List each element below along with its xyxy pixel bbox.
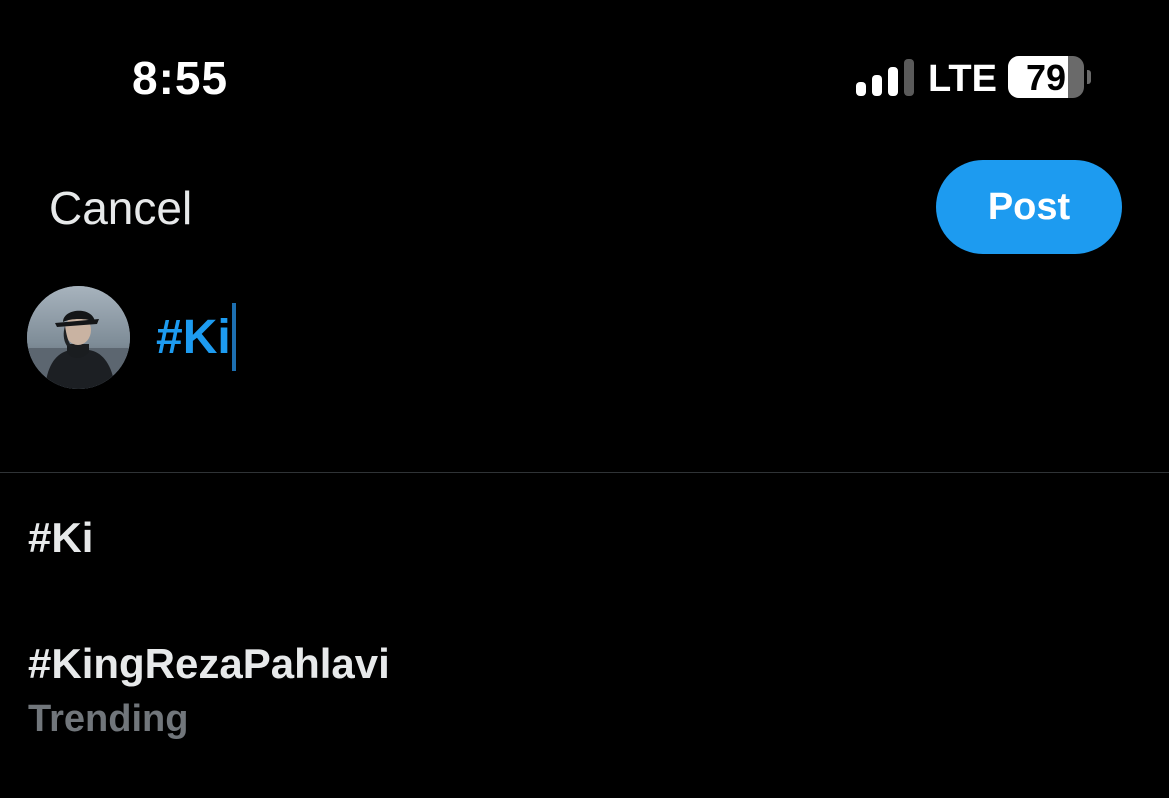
divider [0,472,1169,473]
text-cursor [231,303,236,372]
hashtag-suggestion[interactable]: #Ki [0,500,1169,590]
cellular-signal-icon [856,59,914,96]
hashtag-suggestion[interactable]: #KingRezaPahlavi Trending [0,630,1169,750]
suggestion-subtitle: Trending [28,698,189,740]
post-button[interactable]: Post [936,160,1122,254]
battery-icon: 79 [1008,56,1092,100]
suggestion-hashtag: #Ki [28,514,94,561]
avatar[interactable] [27,286,130,389]
battery-percent: 79 [1025,57,1067,98]
compose-text-input[interactable]: #Ki [156,302,236,374]
status-time: 8:55 [132,52,229,104]
profile-photo-image [27,286,130,389]
suggestion-hashtag: #KingRezaPahlavi [28,640,390,687]
cancel-button[interactable]: Cancel [49,180,192,236]
network-type: LTE [928,58,997,100]
compose-text: #Ki [156,311,231,364]
